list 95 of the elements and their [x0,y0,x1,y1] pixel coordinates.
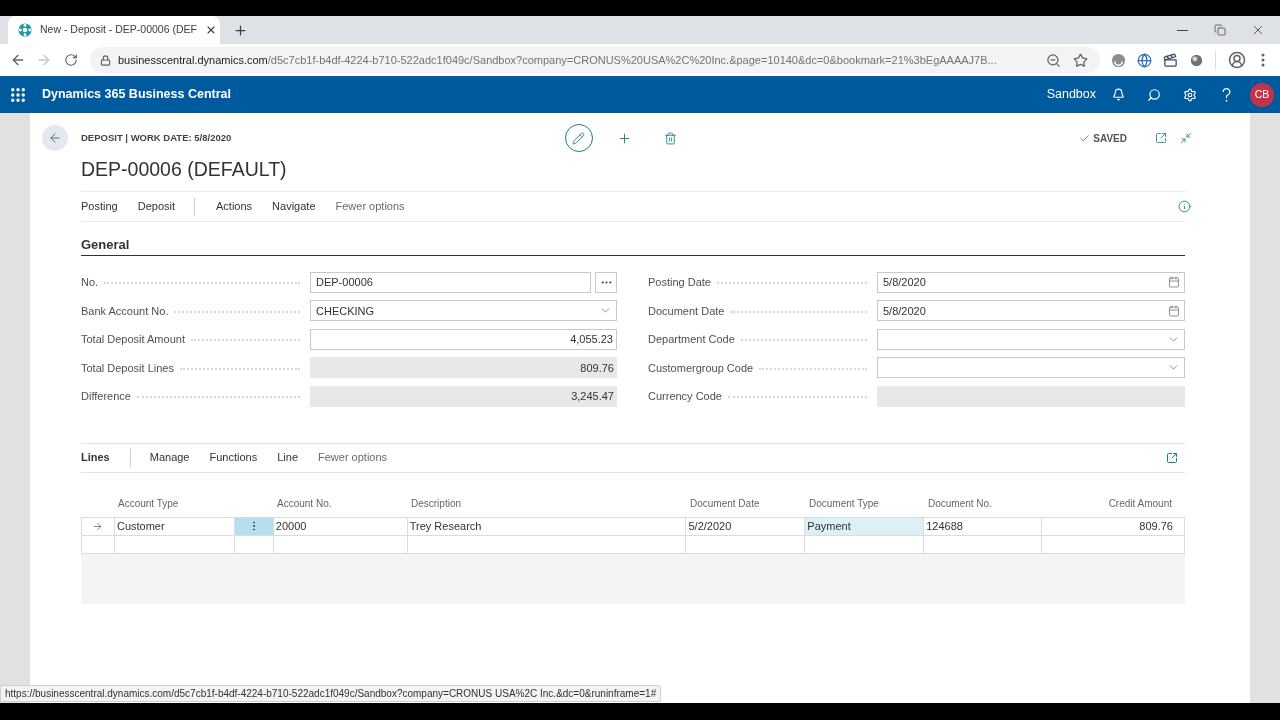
url-text: businesscentral.dynamics.com/d5c7cb1f-b4df-4224-b710-522adc1f049c/Sandbox?company=CRONUS%20USA%2C%20Inc.&page=10140&dc=0&bookmark=21%3bEgAAAAJ7B... [118,52,998,68]
dropdown-field[interactable]: CHECKING [310,300,617,322]
calendar-icon [1168,276,1180,289]
field-label: No. [81,275,99,290]
globe-icon [1136,52,1152,68]
browser-tab[interactable]: New - Deposit - DEP-00006 (DEF [8,16,220,44]
row-indicator-cell[interactable] [82,535,115,554]
field-label: Posting Date [648,275,711,290]
info-button[interactable] [1176,198,1192,215]
action-button[interactable]: Navigate [272,198,316,215]
table-cell[interactable]: Payment [805,517,925,536]
section-title: General [81,234,1185,256]
app-title: Dynamics 365 Business Central [42,86,231,104]
search-icon [1147,87,1161,102]
star-icon [1072,52,1088,68]
column-header: Description [410,497,463,511]
tab-title: New - Deposit - DEP-00006 (DEF [40,22,197,38]
bell-icon [1111,88,1125,101]
field-label: Customergroup Code [648,360,754,376]
date-field[interactable]: 5/8/2020 [877,271,1185,293]
field-label: Total Deposit Lines [81,360,174,376]
table-cell[interactable]: 5/2/2020 [686,517,806,536]
field-label: Total Deposit Amount [81,332,185,347]
column-header: Document Type [808,497,880,511]
check-icon [1079,132,1091,144]
sphere-icon [1189,53,1203,67]
page-caption: DEPOSIT | WORK DATE: 5/8/2020 [81,130,232,145]
reload-icon [64,53,78,67]
calendar-icon [1168,304,1180,317]
action-button[interactable]: Line [277,449,298,466]
column-header: Document Date [689,497,761,511]
zoom-out-icon [1045,52,1061,68]
collapse-button[interactable] [1178,130,1194,146]
action-button[interactable]: Deposit [137,198,175,215]
section-title: Lines [81,450,110,466]
plus-icon [232,22,248,38]
column-header: Document No. [927,497,993,511]
table-cell[interactable]: 124688 [924,517,1043,536]
help-icon [1221,87,1231,102]
date-field[interactable]: 5/8/2020 [877,300,1185,322]
user-avatar[interactable]: CB [1250,82,1274,107]
table-cell[interactable]: 809.76 [1042,517,1185,536]
column-header: Credit Amount [1107,497,1173,511]
table-cell[interactable]: 20000 [273,517,408,536]
close-icon [1251,23,1265,37]
arrow-right-icon [92,520,104,532]
minimize-icon [1176,29,1188,31]
back-button[interactable] [42,125,68,151]
lock-icon [100,54,111,66]
fewer-options-button[interactable]: Fewer options [335,198,405,215]
column-header: Account Type [117,497,180,511]
read-only-field: 3,245.47 [310,385,617,407]
profile-icon [1228,51,1246,69]
grid-dots-icon [9,85,27,104]
fewer-options-button[interactable]: Fewer options [318,449,388,466]
plus-icon [617,130,632,146]
field-label: Document Date [648,303,725,319]
field-label: Currency Code [648,389,722,404]
table-cell[interactable]: Customer [114,517,235,536]
expand-icon [1166,451,1178,464]
menu-icon [1261,53,1265,67]
action-button[interactable]: Actions [216,198,253,215]
lookup-button[interactable] [595,271,617,293]
settings-icon [1183,87,1197,102]
environment-name: Sandbox [1046,86,1096,104]
open-window-icon [1155,132,1167,144]
link-status-bubble: https://businesscentral.dynamics.com/d5c7cb1f-b4df-4224-b710-522adc1f049c/Sandbox?company=CRONUS USA%2C Inc.&dc=0&runinframe=1# [0,685,662,702]
field-label: Difference [81,389,131,404]
sphere-icon [1110,52,1126,68]
trash-icon [664,131,677,145]
amount-field[interactable]: 4,055.23 [310,328,617,350]
field-label: Department Code [648,332,735,347]
field-label: Bank Account No. [81,303,169,319]
restore-icon [1214,24,1226,36]
table-cell[interactable]: Trey Research [407,517,687,536]
read-only-field: 809.76 [310,357,617,379]
address-bar[interactable]: businesscentral.dynamics.com/d5c7cb1f-b4df-4224-b710-522adc1f049c/Sandbox?company=CRONUS%20USA%2C%20Inc.&page=10140&dc=0&bookmark=21%3bEgAAAAJ7B... [90,47,1100,73]
collapse-arrows-icon [1180,132,1192,144]
row-indicator-cell[interactable] [82,517,115,536]
dropdown-field[interactable] [877,357,1185,379]
clapperboard-icon [1162,52,1178,68]
action-button[interactable]: Posting [81,198,118,215]
action-button[interactable]: Functions [209,449,258,466]
action-button[interactable]: Manage [149,449,190,466]
arrow-right-icon [36,52,52,68]
dropdown-field[interactable] [877,328,1185,350]
column-header: Account No. [276,497,333,511]
info-icon [1177,200,1191,213]
app-launcher-button[interactable] [9,85,27,104]
input-field[interactable]: DEP-00006 [310,271,591,293]
open-in-new-window-button[interactable] [1153,130,1169,146]
save-status: SAVED [1093,131,1127,146]
app-logo-icon [18,23,32,37]
page-title: DEP-00006 (DEFAULT) [81,157,288,182]
pencil-icon [572,131,585,145]
